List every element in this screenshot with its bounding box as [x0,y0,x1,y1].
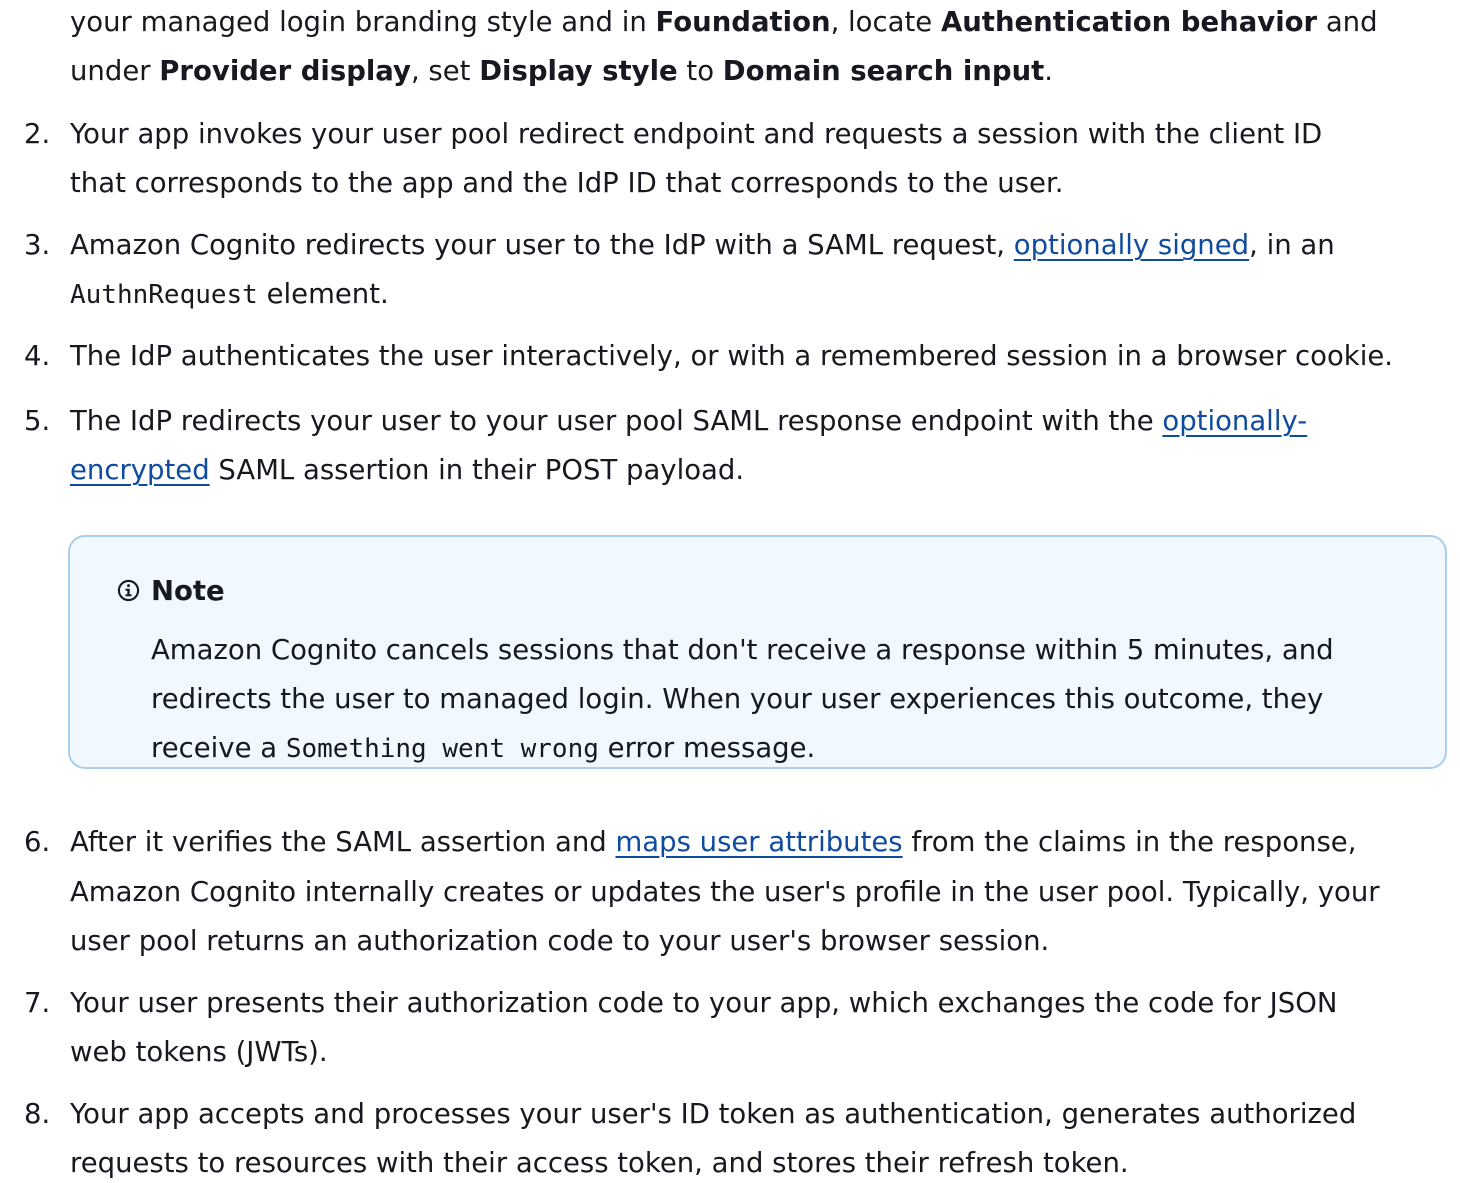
step8-line2: requests to resources with their access … [70,1147,1129,1179]
foundation-term: Foundation [655,6,831,38]
step3-line2: AuthnRequest element. [70,274,389,315]
step6-line3: user pool returns an authorization code … [70,925,1050,957]
authnrequest-code: AuthnRequest [70,280,258,310]
step1-text: to [677,55,723,87]
step7-line2: web tokens (JWTs). [70,1036,328,1068]
step1-text: your managed login branding style and in [70,6,656,38]
optionally-encrypted-link[interactable]: optionally- [1162,405,1307,437]
step-number: 8. [24,1098,51,1130]
provider-display-term: Provider display [159,55,411,87]
step-number: 2. [24,118,51,150]
step5-text: SAML assertion in their POST payload. [209,454,745,486]
step1-text: , locate [830,6,941,38]
step5-line2: encrypted SAML assertion in their POST p… [70,450,744,490]
step1-text: under [70,55,160,87]
step6-text: After it verifies the SAML assertion and [70,826,616,858]
step1-line1: your managed login branding style and in… [70,2,1378,42]
step6-line2: Amazon Cognito internally creates or upd… [70,876,1380,908]
step-number: 5. [24,405,51,437]
step8-line1: Your app accepts and processes your user… [70,1098,1357,1130]
authentication-behavior-term: Authentication behavior [940,6,1318,38]
optionally-encrypted-link-continued[interactable]: encrypted [70,454,210,486]
note-line2: redirects the user to managed login. Whe… [151,683,1324,715]
step2-line1: Your app invokes your user pool redirect… [70,118,1323,150]
step1-line2: under Provider display, set Display styl… [70,51,1053,91]
step-number: 3. [24,229,51,261]
note-line1: Amazon Cognito cancels sessions that don… [151,634,1334,666]
maps-user-attributes-link[interactable]: maps user attributes [615,826,902,858]
display-style-term: Display style [479,55,678,87]
note-line3: receive a Something went wrong error mes… [151,728,815,769]
step5-text: The IdP redirects your user to your user… [70,405,1163,437]
step4-line1: The IdP authenticates the user interacti… [70,340,1394,372]
step-number: 6. [24,826,51,858]
step-number: 4. [24,340,51,372]
domain-search-input-term: Domain search input [722,55,1045,87]
error-message-code: Something went wrong [285,734,599,764]
note-title: Note [151,575,225,607]
step2-line2: that corresponds to the app and the IdP … [70,167,1064,199]
optionally-signed-link[interactable]: optionally signed [1014,229,1249,261]
note-text: error message. [598,732,816,764]
step-number: 7. [24,987,51,1019]
step3-line1: Amazon Cognito redirects your user to th… [70,225,1335,265]
step5-line1: The IdP redirects your user to your user… [70,401,1307,441]
step1-text: . [1044,55,1054,87]
info-circle-icon [117,579,140,602]
step7-line1: Your user presents their authorization c… [70,987,1338,1019]
step3-text: Amazon Cognito redirects your user to th… [70,229,1014,261]
step1-text: and [1317,6,1378,38]
step1-text: , set [410,55,480,87]
step3-text: , in an [1249,229,1335,261]
step6-text: from the claims in the response, [902,826,1357,858]
step3-text: element. [257,278,389,310]
note-text: receive a [151,732,286,764]
step6-line1: After it verifies the SAML assertion and… [70,822,1356,862]
